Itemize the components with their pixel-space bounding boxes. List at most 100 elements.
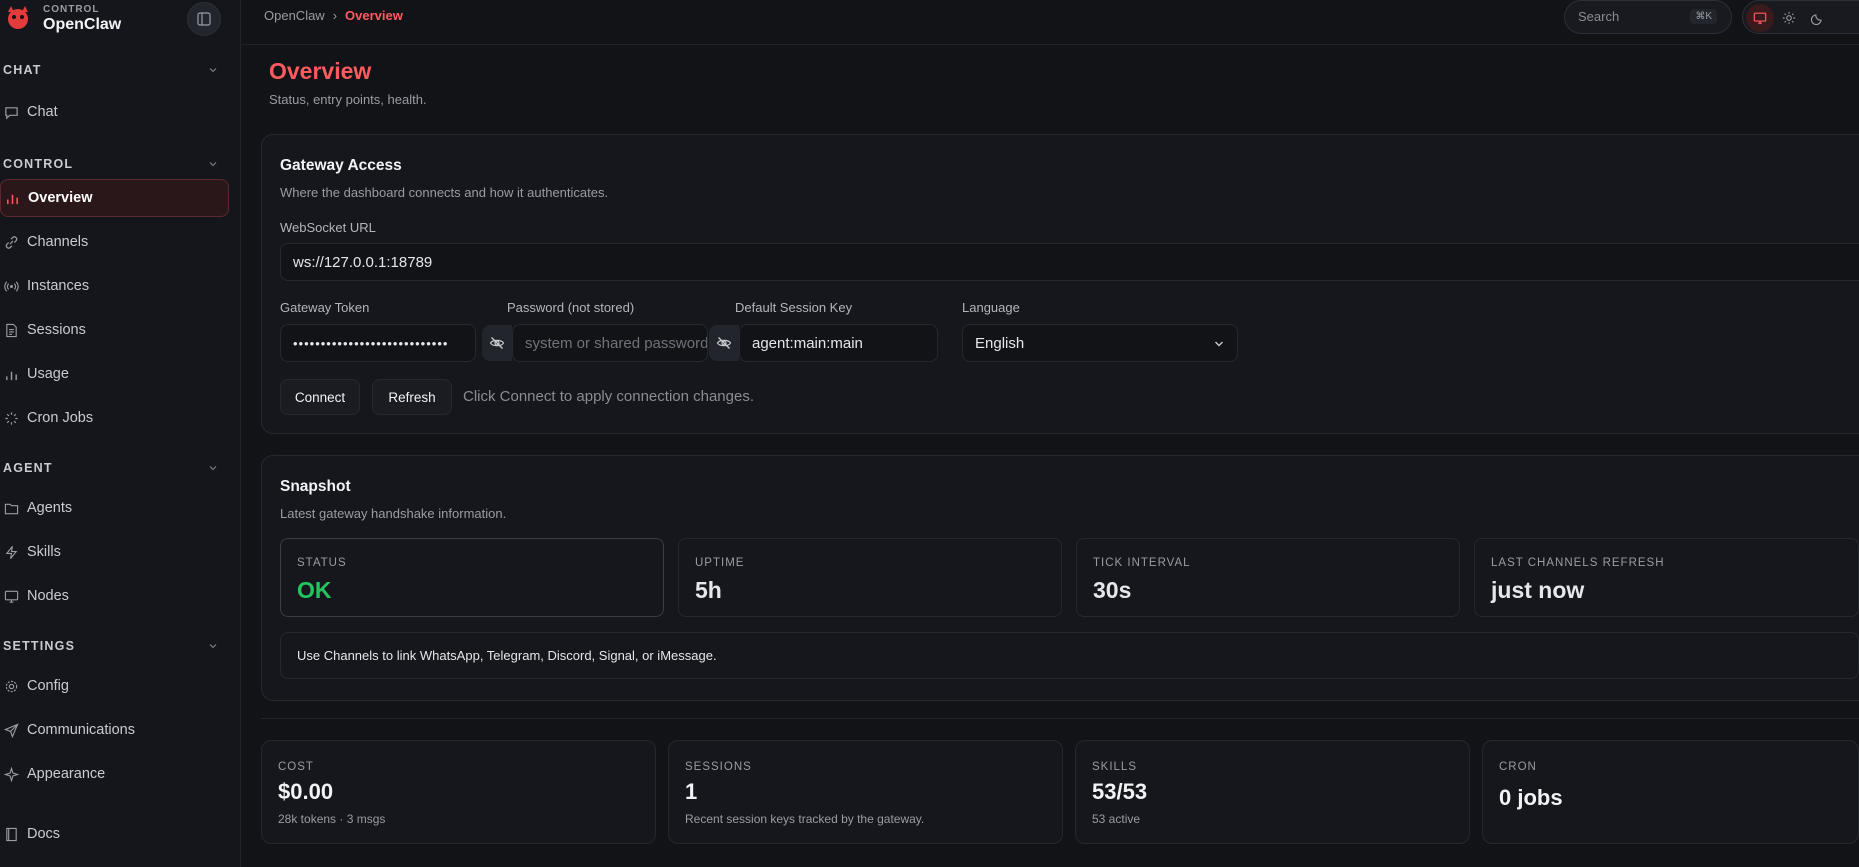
metric-card-cost[interactable]: COST $0.00 28k tokens · 3 msgs	[261, 740, 656, 844]
chevron-down-icon[interactable]	[207, 64, 219, 76]
section-header-agent[interactable]: AGENT	[3, 461, 53, 475]
sidebar-item-label: Usage	[27, 366, 69, 382]
channels-info-callout: Use Channels to link WhatsApp, Telegram,…	[280, 632, 1859, 679]
sidebar-item-label: Skills	[27, 544, 61, 560]
sidebar-item-sessions[interactable]: Sessions	[0, 311, 229, 349]
gateway-token-field[interactable]: ••••••••••••••••••••••••••••	[280, 324, 476, 362]
search-input[interactable]: Search ⌘K	[1564, 0, 1732, 34]
metric-value: 53/53	[1092, 779, 1148, 804]
sidebar-item-label: Communications	[27, 722, 135, 738]
book-icon	[3, 826, 19, 842]
breadcrumb-separator: ›	[332, 8, 338, 23]
metric-subtext: 28k tokens · 3 msgs	[278, 812, 386, 826]
bar-chart-icon	[4, 190, 20, 206]
openclaw-logo-icon	[4, 4, 32, 32]
section-header-chat[interactable]: CHAT	[3, 63, 42, 77]
sidebar-toggle-icon	[197, 12, 211, 26]
gateway-access-card: Gateway Access Where the dashboard conne…	[261, 134, 1859, 434]
page-subtitle: Status, entry points, health.	[269, 92, 427, 107]
breadcrumb-root[interactable]: OpenClaw	[264, 8, 325, 23]
topbar: OpenClaw › Overview Search ⌘K	[242, 0, 1859, 45]
stat-tick-interval: TICK INTERVAL 30s	[1076, 538, 1460, 617]
toggle-password-visibility-button[interactable]	[709, 325, 739, 361]
sidebar-item-nodes[interactable]: Nodes	[0, 577, 229, 615]
metric-card-skills[interactable]: SKILLS 53/53 53 active	[1075, 740, 1470, 844]
page-title: Overview	[269, 58, 372, 84]
sidebar-item-label: Agents	[27, 500, 73, 516]
sidebar-item-appearance[interactable]: Appearance	[0, 755, 229, 793]
sidebar-item-instances[interactable]: Instances	[0, 267, 229, 305]
section-header-settings[interactable]: SETTINGS	[3, 639, 75, 653]
password-field[interactable]: system or shared password	[512, 324, 708, 362]
language-select-value: English	[975, 334, 1025, 352]
metric-value: 0 jobs	[1499, 785, 1563, 810]
sidebar-item-chat[interactable]: Chat	[0, 93, 229, 131]
metric-label: SKILLS	[1092, 761, 1137, 773]
sidebar-item-cron-jobs[interactable]: Cron Jobs	[0, 399, 229, 437]
sidebar-item-skills[interactable]: Skills	[0, 533, 229, 571]
sparkle-icon	[3, 766, 19, 782]
chevron-down-icon[interactable]	[207, 640, 219, 652]
chevron-down-icon[interactable]	[207, 462, 219, 474]
radio-icon	[3, 278, 19, 294]
sidebar-item-label: Cron Jobs	[27, 410, 94, 426]
light-theme-button[interactable]	[1775, 4, 1803, 32]
gateway-token-label: Gateway Token	[280, 300, 370, 315]
section-divider	[261, 718, 1859, 719]
toggle-token-visibility-button[interactable]	[482, 325, 512, 361]
gear-icon	[3, 678, 19, 694]
stat-label: LAST CHANNELS REFRESH	[1491, 557, 1665, 569]
monitor-icon	[3, 588, 19, 604]
language-select[interactable]: English	[962, 324, 1238, 362]
card-subtitle: Latest gateway handshake information.	[280, 506, 507, 521]
sidebar-item-label: Appearance	[27, 766, 106, 782]
default-session-key-label: Default Session Key	[735, 300, 853, 315]
card-title: Gateway Access	[280, 157, 402, 174]
link-icon	[3, 234, 19, 250]
metric-value: 1	[685, 779, 698, 804]
moon-icon	[1811, 14, 1822, 25]
eye-off-icon	[489, 337, 505, 349]
stat-value: 5h	[695, 577, 722, 603]
sidebar-item-label: Config	[27, 678, 69, 694]
connection-hint: Click Connect to apply connection change…	[463, 388, 755, 405]
theme-mode-switcher	[1742, 0, 1859, 34]
metric-value: $0.00	[278, 779, 334, 804]
system-theme-button[interactable]	[1746, 4, 1774, 32]
metric-label: COST	[278, 761, 314, 773]
section-header-control[interactable]: CONTROL	[3, 157, 73, 171]
stat-label: STATUS	[297, 557, 347, 569]
sidebar-item-usage[interactable]: Usage	[0, 355, 229, 393]
breadcrumb: OpenClaw › Overview	[264, 8, 403, 23]
callout-text: Use Channels to link WhatsApp, Telegram,…	[297, 648, 717, 663]
sidebar-item-agents[interactable]: Agents	[0, 489, 229, 527]
sidebar-item-docs[interactable]: Docs	[0, 815, 229, 853]
default-session-key-field[interactable]: agent:main:main	[739, 324, 938, 362]
dark-theme-button[interactable]	[1804, 4, 1832, 32]
connect-button[interactable]: Connect	[280, 379, 360, 415]
password-label: Password (not stored)	[507, 300, 635, 315]
chat-icon	[3, 104, 19, 120]
refresh-button[interactable]: Refresh	[372, 379, 452, 415]
metric-card-cron[interactable]: CRON 0 jobs	[1482, 740, 1859, 844]
search-shortcut: ⌘K	[1690, 9, 1717, 24]
metric-subtext: Recent session keys tracked by the gatew…	[685, 812, 925, 826]
sidebar-item-channels[interactable]: Channels	[0, 223, 229, 261]
metric-card-sessions[interactable]: SESSIONS 1 Recent session keys tracked b…	[668, 740, 1063, 844]
sidebar-item-communications[interactable]: Communications	[0, 711, 229, 749]
brand-subtitle: CONTROL	[43, 4, 100, 15]
collapse-sidebar-button[interactable]	[187, 2, 221, 36]
sidebar-item-config[interactable]: Config	[0, 667, 229, 705]
brand-title: OpenClaw	[43, 16, 122, 33]
sidebar-item-label: Channels	[27, 234, 89, 250]
websocket-url-field[interactable]: ws://127.0.0.1:18789	[280, 243, 1859, 281]
metric-label: CRON	[1499, 761, 1537, 773]
metric-subtext: 53 active	[1092, 812, 1141, 826]
sidebar-item-overview[interactable]: Overview	[0, 179, 229, 217]
brand: CONTROL OpenClaw	[0, 0, 241, 40]
card-subtitle: Where the dashboard connects and how it …	[280, 185, 609, 200]
document-icon	[3, 322, 19, 338]
chevron-down-icon[interactable]	[207, 158, 219, 170]
sun-icon	[1782, 11, 1796, 25]
metric-label: SESSIONS	[685, 761, 752, 773]
